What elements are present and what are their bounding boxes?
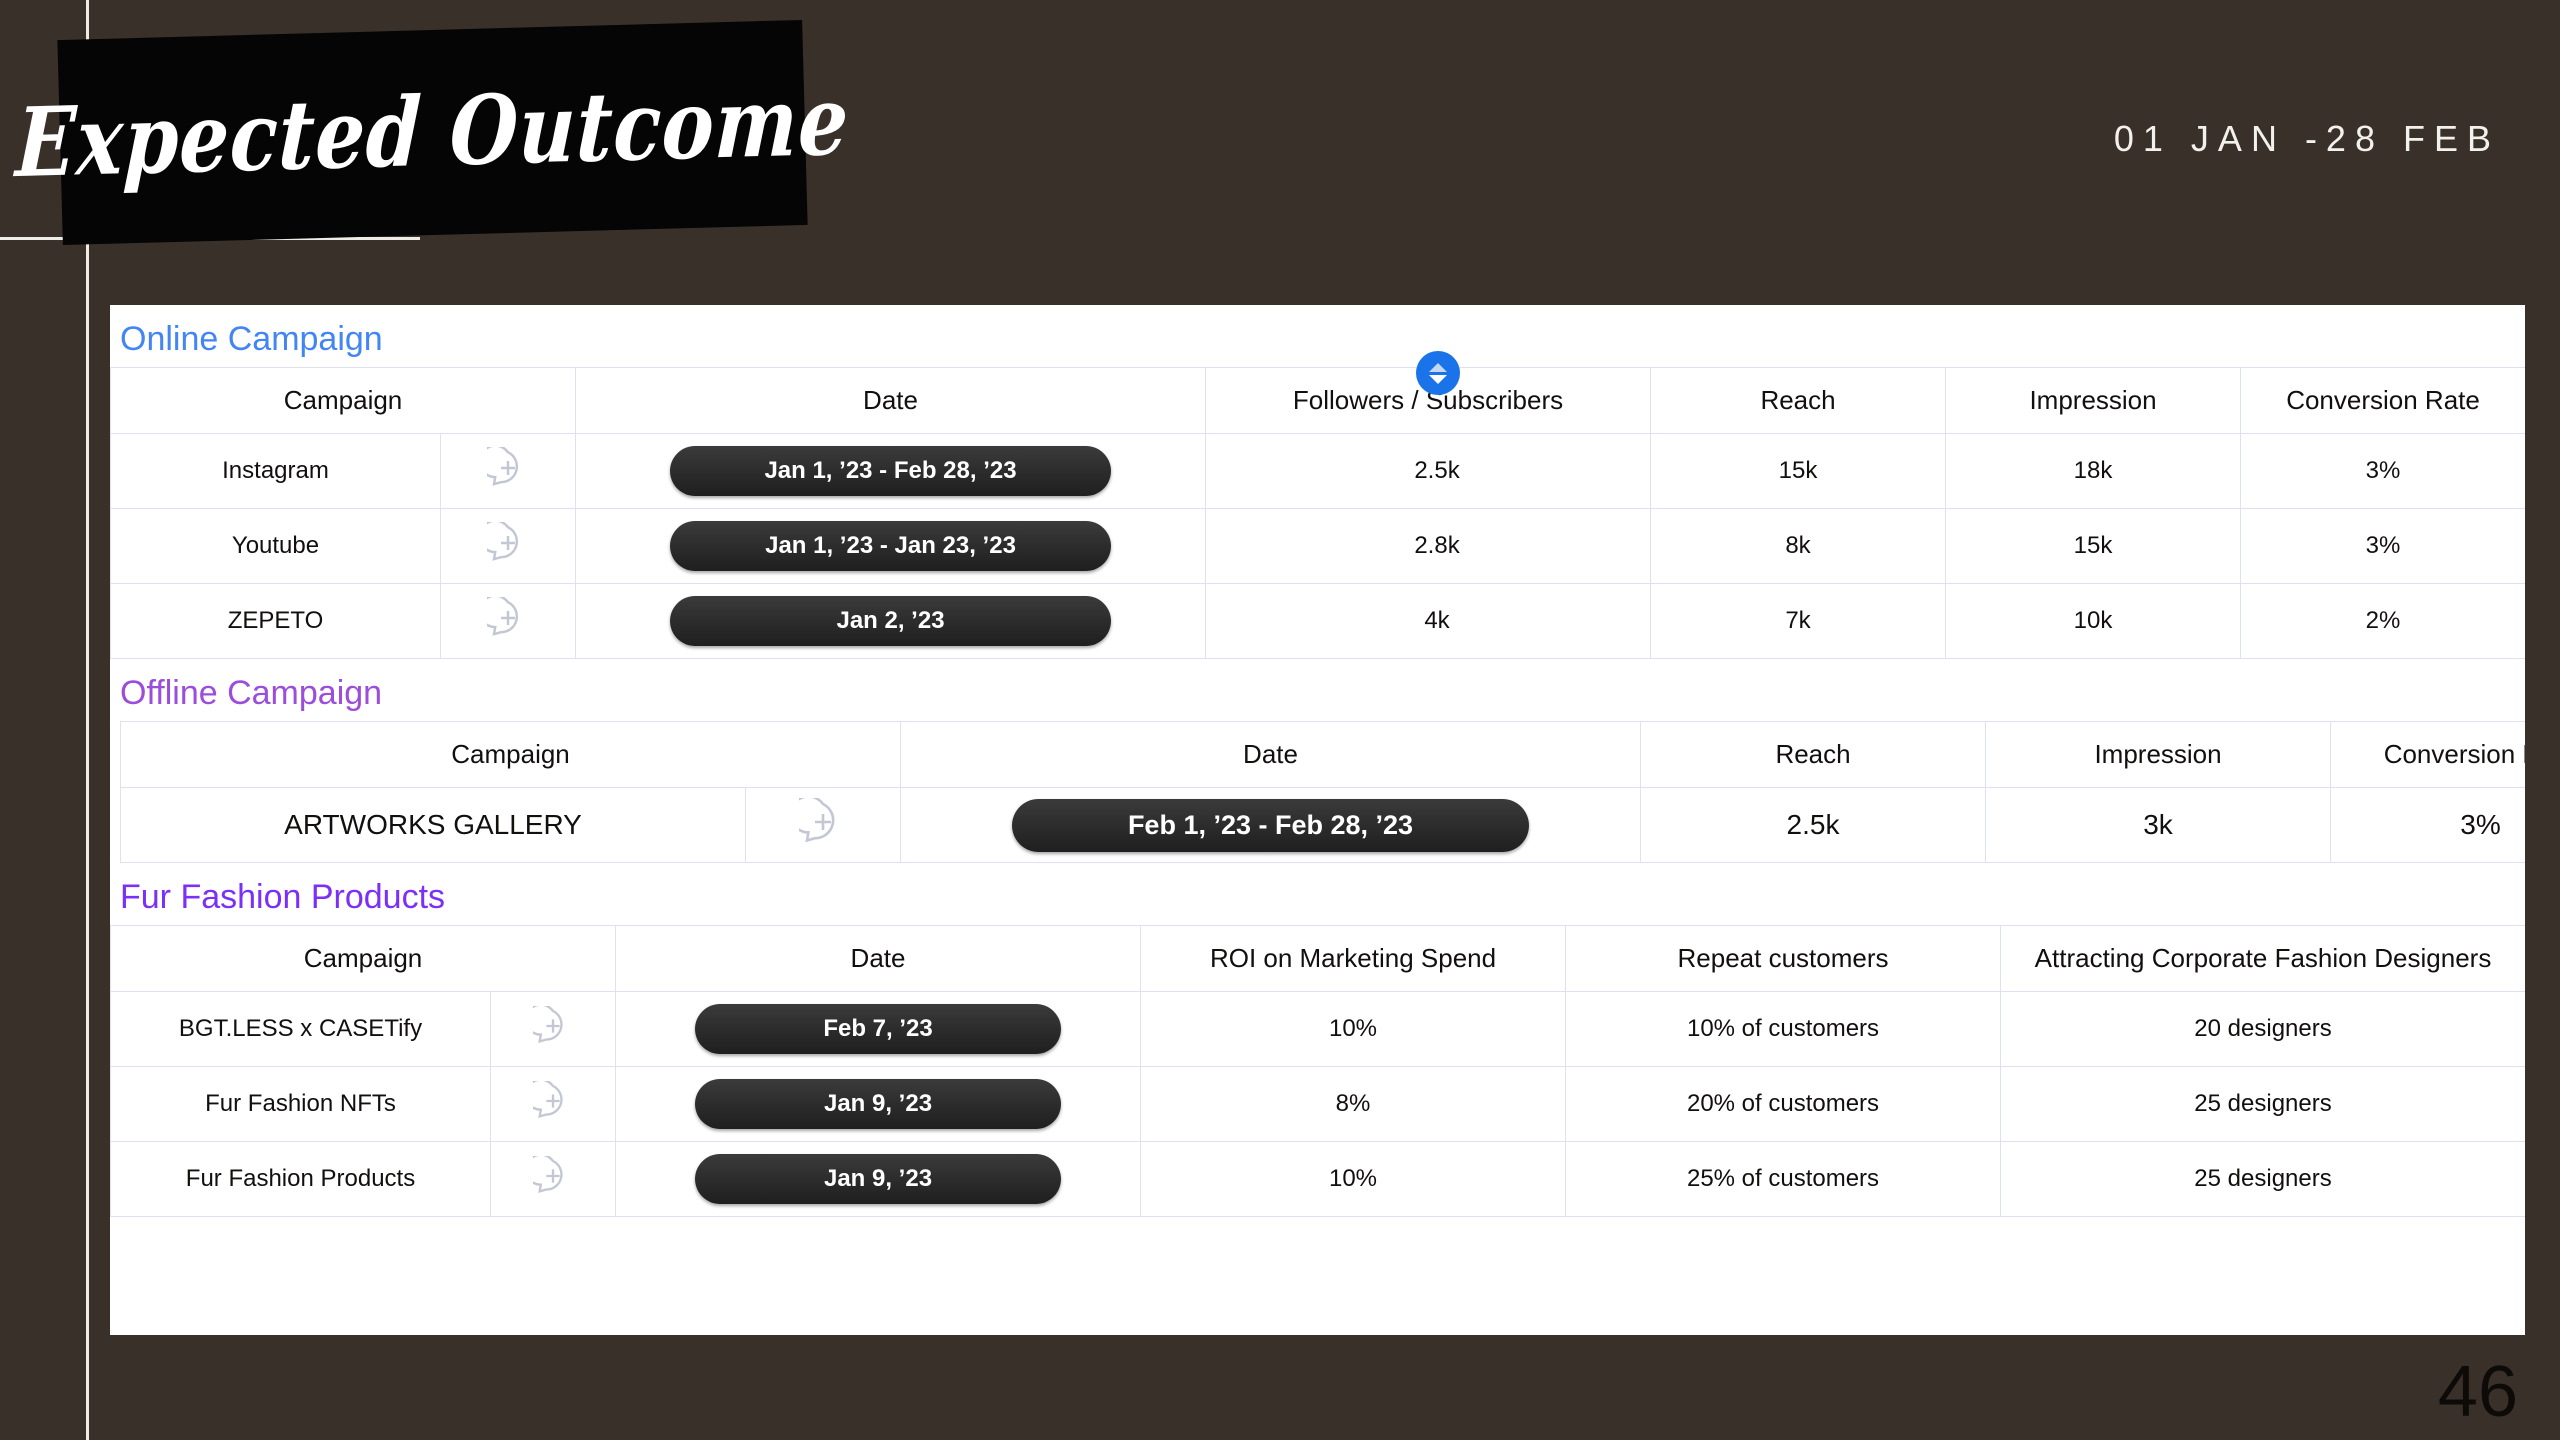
column-header-impression[interactable]: Impression [1985,721,2332,789]
cell-reach: 8k [1650,508,1947,585]
cell-add-comment[interactable] [439,508,577,585]
cell-add-comment[interactable] [489,1066,617,1143]
table-fur-fashion-products: Campaign Date ROI on Marketing Spend Rep… [110,925,2525,1218]
date-pill: Jan 1, ’23 - Feb 28, ’23 [670,446,1111,497]
cell-designers: 25 designers [2000,1066,2525,1143]
table-row: Instagram Jan 1, ’23 - Feb 28, ’23 2.5k … [110,433,2525,510]
page-title: Expected Outcome [13,65,852,200]
cell-date: Jan 9, ’23 [615,1141,1142,1218]
cell-date: Jan 2, ’23 [575,583,1207,660]
section-heading-offline-campaign: Offline Campaign [120,674,383,713]
add-comment-icon[interactable] [524,1153,573,1196]
column-header-date[interactable]: Date [615,925,1142,993]
cell-repeat: 20% of customers [1565,1066,2002,1143]
sort-updown-icon[interactable] [1416,351,1460,396]
cell-conversion: 2% [2240,583,2525,660]
column-header-attracting-designers[interactable]: Attracting Corporate Fashion Designers [2000,925,2525,993]
cell-conversion: 3% [2240,508,2525,585]
cell-roi: 8% [1140,1066,1567,1143]
cell-roi: 10% [1140,991,1567,1068]
add-comment-icon[interactable] [524,1003,573,1046]
cell-campaign: Fur Fashion Products [110,1141,491,1218]
column-header-conversion-rate[interactable]: Conversion Rate [2240,367,2525,435]
cell-date: Jan 1, ’23 - Jan 23, ’23 [575,508,1207,585]
table-header-row: Campaign Date ROI on Marketing Spend Rep… [110,925,2525,993]
cell-followers: 2.8k [1205,508,1652,585]
cell-campaign: ARTWORKS GALLERY [120,787,746,864]
cell-reach: 15k [1650,433,1947,510]
column-header-campaign[interactable]: Campaign [110,925,617,993]
cell-date: Jan 1, ’23 - Feb 28, ’23 [575,433,1207,510]
cell-add-comment[interactable] [489,1141,617,1218]
add-comment-icon[interactable] [478,444,529,489]
add-comment-icon[interactable] [789,794,847,846]
slide-canvas: Expected Outcome 01 JAN -28 FEB Online C… [0,0,2560,1440]
cell-conversion: 3% [2240,433,2525,510]
cell-designers: 25 designers [2000,1141,2525,1218]
cell-impression: 18k [1945,433,2242,510]
cell-date: Feb 7, ’23 [615,991,1142,1068]
date-pill: Jan 1, ’23 - Jan 23, ’23 [670,521,1111,572]
add-comment-icon[interactable] [524,1078,573,1121]
cell-impression: 3k [1985,787,2332,864]
cell-followers: 2.5k [1205,433,1652,510]
cell-impression: 15k [1945,508,2242,585]
cell-impression: 10k [1945,583,2242,660]
column-header-reach[interactable]: Reach [1650,367,1947,435]
column-header-date[interactable]: Date [900,721,1642,789]
table-header-row: Campaign Date Reach Impression Conversio… [119,721,2525,789]
cell-add-comment[interactable] [489,991,617,1068]
cell-campaign: Instagram [110,433,441,510]
column-header-repeat-customers[interactable]: Repeat customers [1565,925,2002,993]
table-row: ARTWORKS GALLERY Feb 1, ’23 - Feb 28, ’2… [120,787,2525,864]
column-header-campaign[interactable]: Campaign [110,367,577,435]
add-comment-icon[interactable] [478,594,529,639]
cell-reach: 7k [1650,583,1947,660]
column-header-date[interactable]: Date [575,367,1207,435]
cell-followers: 4k [1205,583,1652,660]
cell-campaign: Youtube [110,508,441,585]
section-heading-online-campaign: Online Campaign [120,320,383,358]
column-header-roi[interactable]: ROI on Marketing Spend [1140,925,1567,993]
cell-add-comment[interactable] [439,583,577,660]
triangle-up-icon [1429,362,1447,372]
table-row: Fur Fashion Products Jan 9, ’23 10% 25% … [110,1141,2525,1218]
cell-add-comment[interactable] [744,787,902,864]
table-row: BGT.LESS x CASETify Feb 7, ’23 10% 10% o… [110,991,2525,1068]
table-offline-campaign: Campaign Date Reach Impression Conversio… [119,721,2525,864]
date-pill: Feb 7, ’23 [694,1004,1062,1055]
date-pill: Jan 9, ’23 [694,1079,1062,1130]
title-banner: Expected Outcome [14,19,851,246]
table-row: Fur Fashion NFTs Jan 9, ’23 8% 20% of cu… [110,1066,2525,1143]
date-range-label: 01 JAN -28 FEB [2113,118,2500,159]
date-pill: Feb 1, ’23 - Feb 28, ’23 [1011,798,1530,852]
cell-date: Jan 9, ’23 [615,1066,1142,1143]
table-header-row: Campaign Date Followers / Subscribers Re… [110,367,2525,435]
table-row: ZEPETO Jan 2, ’23 4k 7k 10k 2% [110,583,2525,660]
cell-campaign: ZEPETO [110,583,441,660]
date-pill: Jan 2, ’23 [670,596,1111,647]
cell-roi: 10% [1140,1141,1567,1218]
table-row: Youtube Jan 1, ’23 - Jan 23, ’23 2.8k 8k… [110,508,2525,585]
content-panel: Online Campaign Campaign Date Followers … [110,305,2525,1335]
column-header-reach[interactable]: Reach [1640,721,1987,789]
section-heading-fur-fashion-products: Fur Fashion Products [120,878,446,917]
cell-date: Feb 1, ’23 - Feb 28, ’23 [900,787,1642,864]
add-comment-icon[interactable] [478,519,529,564]
column-header-conversion-rate[interactable]: Conversion Rate [2330,721,2525,789]
cell-designers: 20 designers [2000,991,2525,1068]
page-number: 46 [2437,1352,2518,1432]
cell-campaign: Fur Fashion NFTs [110,1066,491,1143]
date-pill: Jan 9, ’23 [694,1154,1062,1205]
cell-add-comment[interactable] [439,433,577,510]
triangle-down-icon [1429,374,1447,384]
cell-campaign: BGT.LESS x CASETify [110,991,491,1068]
cell-conversion: 3% [2330,787,2525,864]
cell-repeat: 10% of customers [1565,991,2002,1068]
column-header-campaign[interactable]: Campaign [119,721,902,789]
cell-reach: 2.5k [1640,787,1987,864]
column-header-impression[interactable]: Impression [1945,367,2242,435]
cell-repeat: 25% of customers [1565,1141,2002,1218]
table-online-campaign: Campaign Date Followers / Subscribers Re… [110,367,2525,660]
